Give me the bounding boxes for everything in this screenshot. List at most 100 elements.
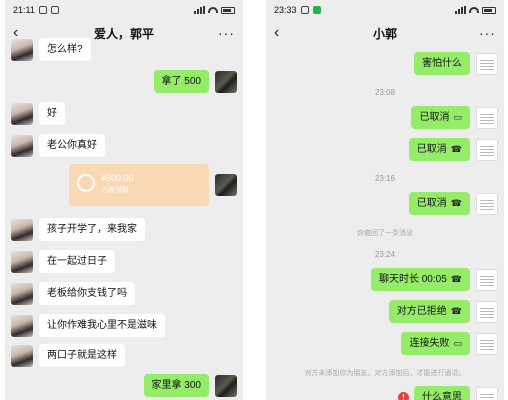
chat-header: ‹ 小郭 ··· — [266, 20, 504, 46]
message-row: 害怕什么 — [414, 52, 498, 75]
app-notification-icon — [50, 6, 59, 14]
battery-icon — [221, 6, 235, 14]
message-bubble[interactable]: 害怕什么 — [414, 52, 470, 75]
message-row: 家里拿 300 — [143, 374, 237, 397]
message-row: 聊天时长 00:05 ☎ — [370, 268, 498, 291]
chat-title: 小郭 — [372, 26, 397, 41]
avatar[interactable] — [215, 374, 237, 397]
avatar[interactable] — [11, 282, 33, 305]
avatar[interactable] — [476, 332, 498, 355]
avatar[interactable] — [11, 102, 33, 125]
message-row: 已取消 ☎ — [408, 138, 498, 161]
message-bubble[interactable]: 家里拿 300 — [143, 374, 209, 397]
avatar[interactable] — [476, 52, 498, 75]
status-time: 21:11 — [13, 5, 35, 15]
message-list: 害怕什么 23:08 已取消 ▭ 已取消 ☎ 23:16 已取消 ☎ 你撤回了一条消息… — [266, 46, 504, 400]
call-status-text: 已取消 — [419, 112, 450, 123]
chat-screen-right: 23:33 ‹ 小郭 ··· 害怕什么 23:08 已取消 ▭ 已取消 ☎ 23:1… — [266, 0, 504, 400]
back-icon[interactable]: ‹ — [274, 24, 294, 42]
more-icon[interactable]: ··· — [476, 25, 496, 41]
avatar[interactable] — [11, 344, 33, 367]
message-row: 老板给你支钱了吗 — [11, 282, 135, 305]
avatar[interactable] — [476, 300, 498, 323]
message-list: 怎么样? 拿了 500 好 老公你真好 ¥500.00 已被领取 孩子开学了，来… — [5, 38, 243, 400]
avatar[interactable] — [11, 134, 33, 157]
voice-call-icon: ☎ — [450, 274, 462, 284]
message-row: 老公你真好 — [11, 134, 105, 157]
alarm-icon — [300, 6, 309, 14]
message-row: 在一起过日子 — [11, 250, 115, 273]
avatar[interactable] — [11, 38, 33, 61]
friend-required-notice: 对方未添加你为朋友。对方添加后，才能进行通话。 — [304, 370, 466, 377]
message-bubble[interactable]: 老公你真好 — [39, 134, 105, 157]
voice-call-icon: ☎ — [450, 306, 462, 316]
timestamp: 23:08 — [374, 88, 396, 97]
battery-icon — [482, 6, 496, 14]
message-bubble[interactable]: 拿了 500 — [153, 70, 209, 93]
transfer-check-icon — [77, 174, 95, 192]
message-row: 孩子开学了，来我家 — [11, 218, 145, 241]
voice-call-icon: ☎ — [450, 144, 462, 154]
timestamp: 23:24 — [374, 250, 396, 259]
call-status-text: 对方已拒绝 — [396, 306, 447, 317]
call-status-text: 已取消 — [416, 198, 447, 209]
notification-icon — [38, 6, 47, 14]
avatar[interactable] — [11, 250, 33, 273]
recall-notice: 你撤回了一条消息 — [357, 230, 413, 237]
message-bubble[interactable]: 让你作难我心里不是滋味 — [39, 314, 165, 337]
status-bar: 21:11 — [5, 0, 243, 20]
message-bubble[interactable]: 孩子开学了，来我家 — [39, 218, 145, 241]
call-status-text: 聊天时长 00:05 — [378, 274, 447, 285]
video-call-icon: ▭ — [453, 112, 462, 122]
more-icon[interactable]: ··· — [215, 25, 235, 41]
avatar[interactable] — [476, 268, 498, 291]
message-row: 已取消 ▭ — [411, 106, 498, 129]
message-row: 两口子就是这样 — [11, 344, 125, 367]
message-row: 怎么样? — [11, 38, 91, 61]
message-row: 好 — [11, 102, 65, 125]
chat-title: 爱人，郭平 — [93, 26, 154, 41]
avatar[interactable] — [215, 70, 237, 93]
message-bubble[interactable]: 在一起过日子 — [39, 250, 115, 273]
wifi-icon — [208, 7, 218, 13]
avatar[interactable] — [476, 138, 498, 161]
voice-call-icon: ☎ — [450, 198, 462, 208]
message-row: ! 什么意思 — [398, 386, 498, 400]
call-status-text: 已取消 — [416, 144, 447, 155]
avatar[interactable] — [11, 314, 33, 337]
avatar[interactable] — [476, 386, 498, 400]
call-record-bubble[interactable]: 聊天时长 00:05 ☎ — [370, 268, 470, 291]
message-row: 已取消 ☎ — [408, 192, 498, 215]
wechat-notification-icon — [312, 6, 321, 14]
call-record-bubble[interactable]: 连接失败 ▭ — [401, 332, 470, 355]
video-call-icon: ▭ — [453, 338, 462, 348]
message-row: 拿了 500 — [153, 70, 237, 93]
call-record-bubble[interactable]: 已取消 ▭ — [411, 106, 470, 129]
message-row: 让你作难我心里不是滋味 — [11, 314, 165, 337]
message-bubble[interactable]: 好 — [39, 102, 65, 125]
chat-screen-left: 21:11 ‹ 爱人，郭平 ··· 怎么样? 拿了 500 好 老公你真好 ¥5… — [5, 0, 243, 400]
call-status-text: 连接失败 — [409, 338, 450, 349]
transfer-card[interactable]: ¥500.00 已被领取 — [69, 164, 209, 206]
status-time: 23:33 — [274, 5, 297, 15]
avatar[interactable] — [215, 174, 237, 196]
message-row: 连接失败 ▭ — [401, 332, 498, 355]
avatar[interactable] — [11, 218, 33, 241]
message-bubble[interactable]: 什么意思 — [414, 386, 470, 400]
avatar[interactable] — [476, 192, 498, 215]
message-row: ¥500.00 已被领取 — [69, 164, 237, 206]
status-bar: 23:33 — [266, 0, 504, 20]
avatar[interactable] — [476, 106, 498, 129]
timestamp: 23:16 — [374, 174, 396, 183]
message-bubble[interactable]: 两口子就是这样 — [39, 344, 125, 367]
send-failed-icon[interactable]: ! — [398, 392, 409, 400]
transfer-amount: ¥500.00 — [101, 173, 134, 183]
call-record-bubble[interactable]: 已取消 ☎ — [408, 138, 470, 161]
transfer-status: 已被领取 — [101, 187, 129, 194]
call-record-bubble[interactable]: 对方已拒绝 ☎ — [388, 300, 470, 323]
message-bubble[interactable]: 老板给你支钱了吗 — [39, 282, 135, 305]
wifi-icon — [469, 7, 479, 13]
message-bubble[interactable]: 怎么样? — [39, 38, 91, 61]
call-record-bubble[interactable]: 已取消 ☎ — [408, 192, 470, 215]
signal-icon — [194, 6, 205, 14]
